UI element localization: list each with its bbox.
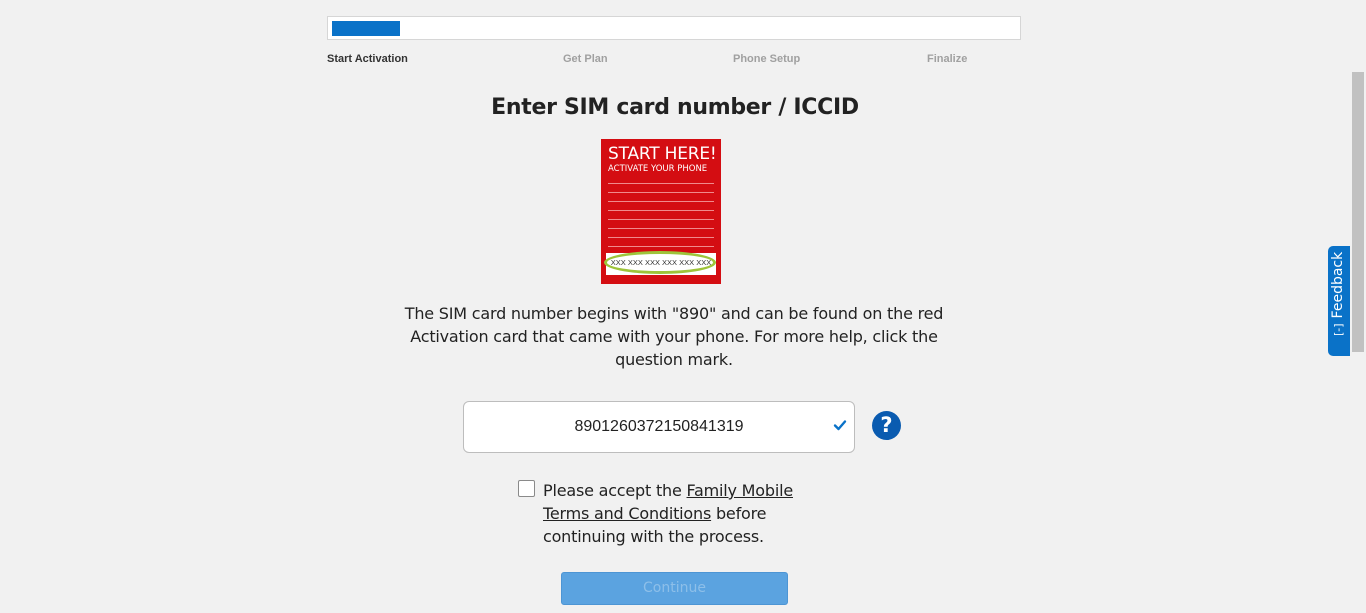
step-phone-setup: Phone Setup: [733, 53, 801, 65]
help-question-icon[interactable]: ?: [872, 411, 901, 440]
terms-checkbox[interactable]: [518, 480, 535, 497]
step-get-plan: Get Plan: [563, 53, 608, 65]
terms-text: Please accept the Family Mobile Terms an…: [543, 481, 793, 546]
step-indicator: Start Activation Get Plan Phone Setup Fi…: [327, 53, 1021, 67]
step-start-activation: Start Activation: [327, 53, 408, 65]
progress-fill: [332, 21, 400, 36]
sim-card-heading: START HERE!: [608, 144, 717, 164]
sim-card-image: START HERE! ACTIVATE YOUR PHONE XXX XXX …: [601, 139, 721, 284]
step-finalize: Finalize: [927, 53, 968, 65]
continue-button[interactable]: Continue: [561, 572, 788, 605]
sim-card-subheading: ACTIVATE YOUR PHONE: [608, 164, 708, 174]
feedback-tab[interactable]: [-] Feedback: [1328, 246, 1350, 356]
sim-card-number-mask: XXX XXX XXX XXX XXX XXX: [610, 258, 712, 267]
feedback-icon: [-]: [1332, 323, 1345, 336]
page-title: Enter SIM card number / ICCID: [491, 95, 859, 120]
progress-bar: [327, 16, 1021, 40]
sim-number-input[interactable]: [463, 401, 855, 453]
checkmark-icon: [833, 420, 847, 431]
instructions-text: The SIM card number begins with "890" an…: [404, 304, 944, 369]
scrollbar-thumb[interactable]: [1352, 72, 1364, 352]
feedback-label: Feedback: [1330, 251, 1346, 319]
